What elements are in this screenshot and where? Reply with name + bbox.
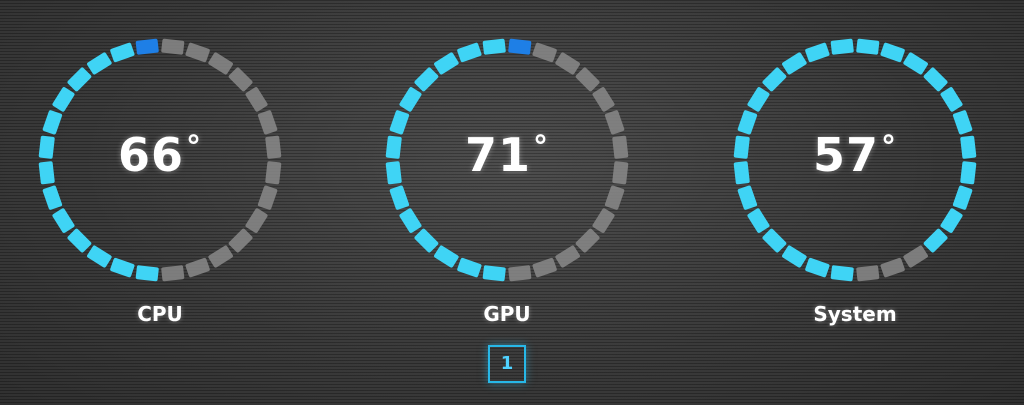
- cpu-gauge-segment-active: [135, 38, 159, 55]
- system-gauge-segment-inactive: [903, 245, 928, 268]
- cpu-gauge-segment-active: [42, 185, 63, 210]
- gpu-label: GPU: [483, 302, 531, 326]
- system-temperature-gauge: 57° System: [715, 20, 995, 340]
- gpu-temperature-gauge: 71° GPU: [367, 20, 647, 340]
- gpu-temperature-value: 71°: [367, 128, 647, 182]
- cpu-gauge-segment-inactive: [185, 42, 210, 63]
- cpu-gauge-segment-active: [87, 52, 112, 75]
- system-gauge-segment-active: [952, 185, 973, 210]
- cpu-gauge-segment-active: [67, 67, 92, 92]
- cpu-temperature-gauge: 66° CPU: [20, 20, 300, 340]
- gpu-gauge-segment-inactive: [555, 245, 580, 268]
- system-gauge-segment-active: [762, 228, 787, 253]
- system-temperature-number: 57: [812, 128, 879, 182]
- gpu-gauge-segment-inactive: [592, 87, 615, 112]
- gpu-gauge-segment-active: [508, 38, 532, 55]
- system-temperature-value: 57°: [715, 128, 995, 182]
- system-gauge-segment-active: [903, 52, 928, 75]
- cpu-gauge-segment-active: [52, 87, 75, 112]
- system-gauge-segment-active: [782, 52, 807, 75]
- system-gauge-segment-active: [737, 185, 758, 210]
- system-gauge-segment-active: [923, 67, 948, 92]
- system-gauge-segment-active: [747, 87, 770, 112]
- cpu-label: CPU: [137, 302, 183, 326]
- gpu-gauge-segment-active: [399, 208, 422, 233]
- cpu-degree-symbol: °: [186, 130, 202, 165]
- gpu-gauge-segment-active: [457, 257, 482, 278]
- gpu-gauge-segment-active: [434, 52, 459, 75]
- gpu-gauge-segment-inactive: [592, 208, 615, 233]
- system-gauge-segment-inactive: [856, 265, 880, 282]
- cpu-gauge-segment-inactive: [208, 245, 233, 268]
- system-gauge-segment-active: [805, 42, 830, 63]
- cpu-gauge-segment-inactive: [228, 67, 253, 92]
- system-gauge-segment-active: [762, 67, 787, 92]
- system-gauge-segment-active: [856, 38, 880, 55]
- system-gauge-segment-active: [830, 38, 854, 55]
- system-gauge-segment-active: [805, 257, 830, 278]
- gpu-gauge-segment-inactive: [555, 52, 580, 75]
- cpu-gauge-segment-inactive: [161, 265, 185, 282]
- system-gauge-segment-active: [782, 245, 807, 268]
- cpu-gauge-segment-inactive: [161, 38, 185, 55]
- gpu-gauge-segment-active: [389, 185, 410, 210]
- system-label: System: [813, 302, 897, 326]
- cpu-gauge-segment-inactive: [185, 257, 210, 278]
- cpu-gauge-segment-active: [135, 265, 159, 282]
- cpu-gauge-segment-active: [52, 208, 75, 233]
- gpu-gauge-segment-active: [434, 245, 459, 268]
- gpu-gauge-segment-active: [482, 265, 506, 282]
- system-gauge-segment-active: [747, 208, 770, 233]
- gpu-temperature-number: 71: [464, 128, 531, 182]
- cpu-gauge-segment-active: [67, 228, 92, 253]
- system-gauge-segment-active: [940, 208, 963, 233]
- cpu-gauge-segment-inactive: [245, 208, 268, 233]
- system-gauge-segment-inactive: [880, 257, 905, 278]
- gpu-gauge-segment-inactive: [604, 185, 625, 210]
- system-degree-symbol: °: [881, 130, 897, 165]
- gpu-gauge-segment-inactive: [575, 228, 600, 253]
- page-indicator-button[interactable]: 1: [488, 345, 526, 383]
- cpu-temperature-number: 66: [117, 128, 184, 182]
- cpu-gauge-segment-inactive: [208, 52, 233, 75]
- cpu-temperature-value: 66°: [20, 128, 300, 182]
- temperature-monitor-screen: 66° CPU 71° GPU 57° System 1: [0, 0, 1024, 405]
- cpu-gauge-segment-inactive: [257, 185, 278, 210]
- gpu-gauge-segment-inactive: [532, 257, 557, 278]
- gpu-gauge-segment-active: [482, 38, 506, 55]
- gpu-gauge-segment-active: [457, 42, 482, 63]
- gpu-gauge-segment-inactive: [508, 265, 532, 282]
- cpu-gauge-segment-active: [110, 42, 135, 63]
- gpu-gauge-segment-inactive: [532, 42, 557, 63]
- system-gauge-segment-active: [830, 265, 854, 282]
- gpu-gauge-segment-inactive: [575, 67, 600, 92]
- gpu-degree-symbol: °: [533, 130, 549, 165]
- cpu-gauge-segment-active: [87, 245, 112, 268]
- system-gauge-segment-active: [880, 42, 905, 63]
- cpu-gauge-segment-active: [110, 257, 135, 278]
- gpu-gauge-segment-active: [399, 87, 422, 112]
- gpu-gauge-segment-active: [414, 228, 439, 253]
- system-gauge-segment-active: [923, 228, 948, 253]
- cpu-gauge-segment-inactive: [245, 87, 268, 112]
- system-gauge-segment-active: [940, 87, 963, 112]
- gpu-gauge-segment-active: [414, 67, 439, 92]
- cpu-gauge-segment-inactive: [228, 228, 253, 253]
